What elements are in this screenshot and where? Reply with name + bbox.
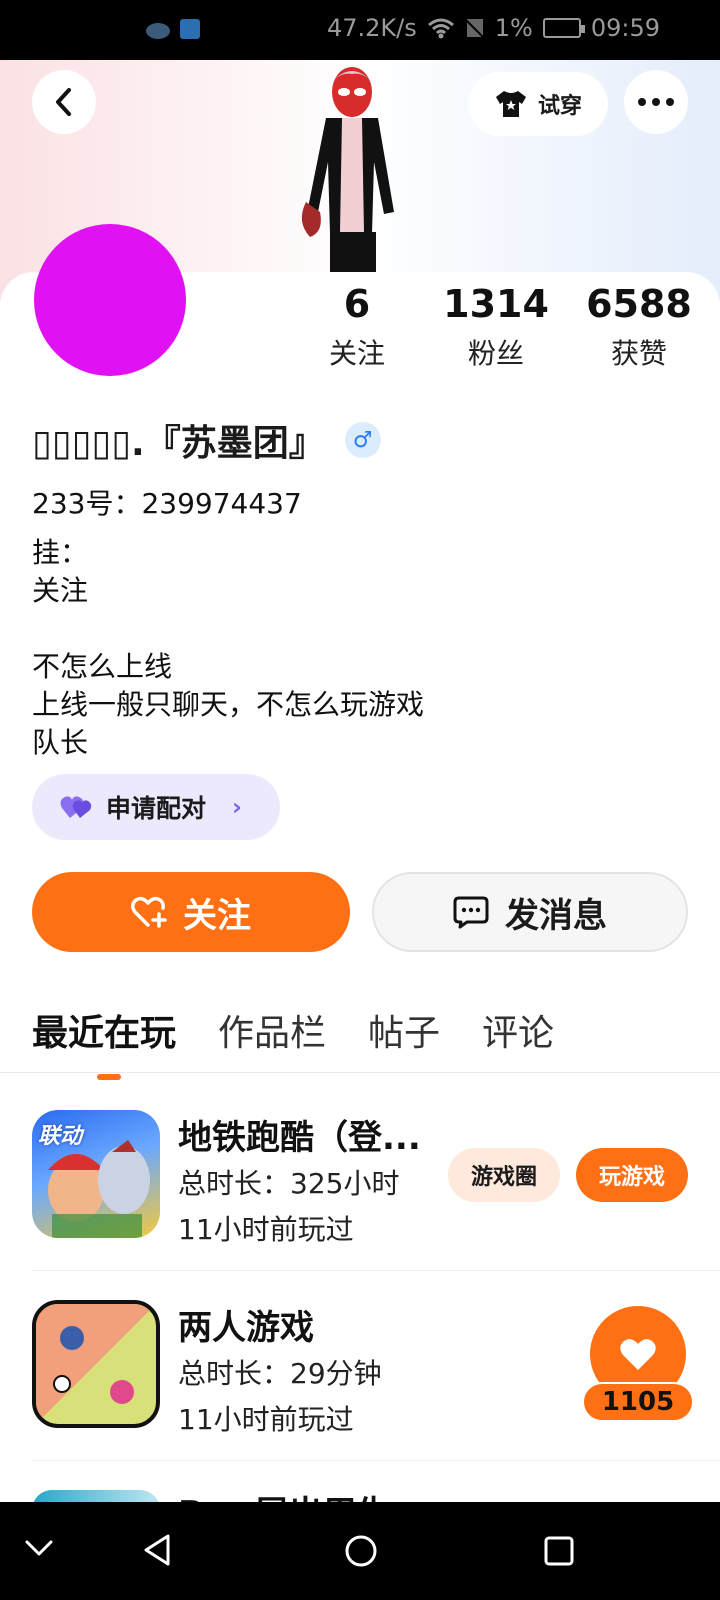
collapse-chevron-icon[interactable]	[24, 1538, 54, 1558]
like-count: 1105	[582, 1382, 694, 1422]
subway-surfers-icon[interactable]: 联动	[32, 1110, 160, 1238]
game-last-played: 11小时前玩过	[178, 1403, 354, 1436]
try-on-label: 试穿	[537, 94, 582, 119]
stat-value: 6588	[586, 282, 692, 326]
avatar-character-figure	[301, 67, 394, 272]
tab-comments[interactable]: 评论	[482, 1004, 554, 1056]
more-options-button[interactable]	[624, 70, 688, 134]
bio-line: 不怎么上线	[32, 650, 173, 683]
send-message-button[interactable]: 发消息	[372, 872, 688, 952]
profile-tabs: 最近在玩 作品栏 帖子 评论	[32, 1004, 554, 1080]
play-game-button[interactable]: 玩游戏	[576, 1148, 688, 1202]
game-artwork	[36, 1304, 156, 1424]
bio: 挂： 关注 不怎么上线 上线一般只聊天，不怎么玩游戏 队长	[32, 534, 424, 762]
floating-like-button[interactable]: 1105	[582, 1306, 694, 1424]
clock: 09:59	[590, 14, 660, 42]
row-divider	[32, 1270, 720, 1271]
chevron-left-icon	[56, 88, 71, 116]
male-gender-icon: ♂	[344, 422, 381, 458]
stat-label: 粉丝	[467, 337, 524, 370]
game-last-played: 11小时前玩过	[178, 1213, 354, 1246]
bio-line: 队长	[32, 726, 89, 759]
chevron-right-icon: ›	[232, 793, 242, 821]
game-list-item[interactable]: 联动 地铁跑酷（登... 总时长：325小时 11小时前玩过 游戏圈 玩游戏	[32, 1110, 688, 1246]
bio-line	[32, 610, 424, 648]
bio-line: 关注	[32, 574, 89, 607]
heart-plus-icon	[131, 896, 167, 928]
stat-value: 1314	[443, 282, 549, 326]
profile-name: ▯▯▯▯▯.『苏墨团』	[32, 423, 325, 464]
recents-square-icon[interactable]	[544, 1536, 574, 1566]
bio-line: 挂：	[32, 536, 89, 569]
system-navigation-bar	[0, 1502, 720, 1600]
game-duration: 总时长：325小时	[178, 1167, 400, 1200]
shirt-icon	[495, 91, 526, 117]
back-triangle-icon[interactable]	[142, 1533, 172, 1567]
cloud-icon	[146, 23, 170, 39]
follow-button[interactable]: 关注	[32, 872, 350, 952]
wifi-icon	[427, 18, 454, 39]
profile-name-row: ▯▯▯▯▯.『苏墨团』 ♂	[32, 414, 381, 466]
stat-likes[interactable]: 6588 获赞	[586, 282, 692, 372]
stat-value: 6	[343, 282, 371, 326]
user-id: 233号：239974437	[32, 487, 302, 520]
avatar[interactable]	[34, 224, 186, 376]
stat-label: 获赞	[610, 337, 667, 370]
tab-works[interactable]: 作品栏	[218, 1004, 326, 1056]
two-player-game-icon[interactable]	[32, 1300, 160, 1428]
double-heart-icon	[60, 796, 92, 818]
shield-app-icon	[180, 19, 200, 39]
send-message-label: 发消息	[505, 895, 607, 936]
no-sim-icon	[464, 18, 485, 39]
game-circle-button[interactable]: 游戏圈	[448, 1148, 560, 1202]
more-dots-icon	[638, 98, 674, 106]
battery-percent: 1%	[494, 14, 533, 42]
chat-bubble-icon	[453, 896, 489, 929]
bio-line: 上线一般只聊天，不怎么玩游戏	[32, 688, 425, 721]
follow-label: 关注	[183, 895, 251, 936]
try-on-button[interactable]: 试穿	[468, 72, 608, 136]
heart-icon	[620, 1339, 656, 1370]
apply-match-label: 申请配对	[106, 794, 207, 823]
stat-following[interactable]: 6 关注	[320, 282, 394, 372]
status-bar: 47.2K/s 1% 09:59	[0, 0, 720, 60]
home-circle-icon[interactable]	[344, 1534, 378, 1568]
battery-icon	[542, 18, 585, 38]
collab-badge: 联动	[38, 1124, 83, 1149]
back-button[interactable]	[32, 70, 96, 134]
network-speed: 47.2K/s	[326, 14, 417, 42]
game-duration: 总时长：29分钟	[178, 1357, 382, 1390]
row-divider	[32, 1460, 720, 1461]
game-title: 地铁跑酷（登...	[178, 1118, 421, 1158]
game-title: 两人游戏	[178, 1308, 314, 1348]
stat-followers[interactable]: 1314 粉丝	[443, 282, 549, 372]
tab-recently-played[interactable]: 最近在玩	[32, 1004, 176, 1080]
tab-posts[interactable]: 帖子	[368, 1004, 440, 1056]
tab-divider	[0, 1072, 720, 1073]
apply-match-button[interactable]: 申请配对 ›	[32, 774, 280, 840]
stat-label: 关注	[328, 337, 385, 370]
